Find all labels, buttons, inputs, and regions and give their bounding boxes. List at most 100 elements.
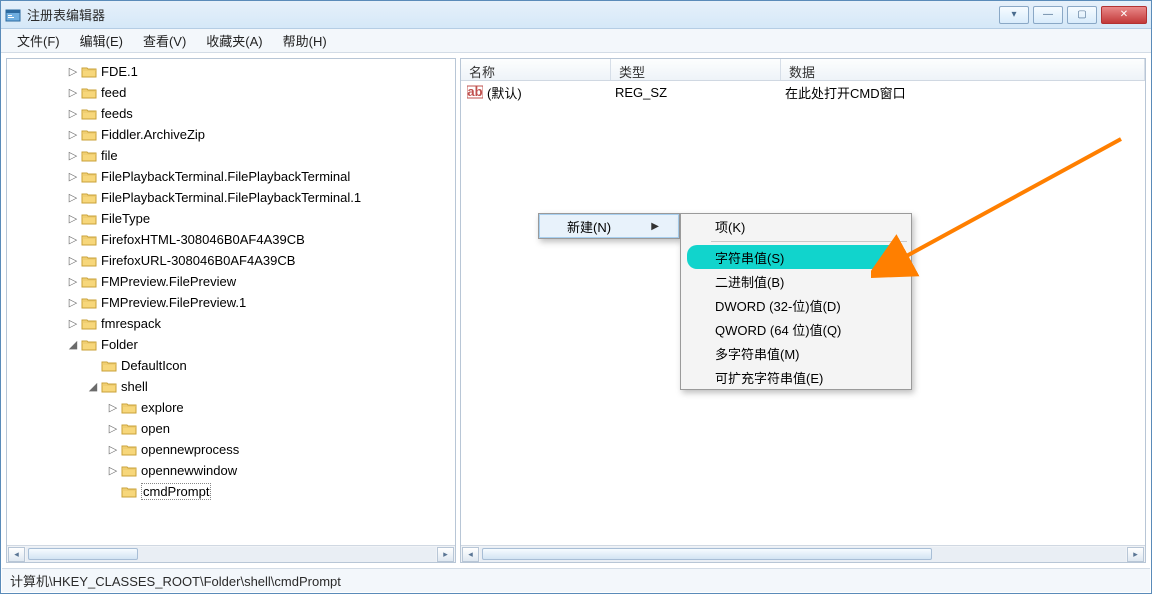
scroll-thumb[interactable]	[28, 548, 138, 560]
minimize-button[interactable]: —	[1033, 6, 1063, 24]
context-item-qword[interactable]: QWORD (64 位)值(Q)	[681, 317, 911, 341]
context-item-label: 二进制值(B)	[715, 272, 784, 291]
statusbar-path: 计算机\HKEY_CLASSES_ROOT\Folder\shell\cmdPr…	[10, 571, 341, 590]
tree-expander-icon[interactable]: ▷	[67, 65, 79, 78]
list-row[interactable]: ab (默认) REG_SZ 在此处打开CMD窗口	[461, 81, 1145, 103]
scroll-track[interactable]	[480, 547, 1126, 562]
tree-expander-icon[interactable]: ▷	[67, 212, 79, 225]
tree-expander-icon[interactable]: ▷	[67, 317, 79, 330]
scroll-track[interactable]	[26, 547, 436, 562]
folder-icon	[81, 107, 97, 121]
tree-item[interactable]: ▷fmrespack	[67, 313, 455, 334]
tree-expander-icon[interactable]: ▷	[107, 401, 119, 414]
maximize-button[interactable]: ▢	[1067, 6, 1097, 24]
tree-item[interactable]: ▷opennewprocess	[67, 439, 455, 460]
context-submenu-new: 项(K) 字符串值(S) 二进制值(B) DWORD (32-位)值(D) QW…	[680, 213, 912, 390]
col-header-type[interactable]: 类型	[611, 59, 781, 80]
tree-item-label: cmdPrompt	[141, 483, 211, 500]
context-item-label: 字符串值(S)	[715, 248, 784, 267]
tree-expander-icon[interactable]: ◢	[87, 380, 99, 393]
folder-icon	[121, 422, 137, 436]
menu-edit[interactable]: 编辑(E)	[70, 28, 133, 53]
col-header-data[interactable]: 数据	[781, 59, 1145, 80]
context-separator	[711, 241, 907, 242]
window-buttons: ▾ — ▢ ✕	[999, 6, 1147, 24]
tree-item[interactable]: ▷FirefoxHTML-308046B0AF4A39CB	[67, 229, 455, 250]
scroll-thumb[interactable]	[482, 548, 932, 560]
tree-expander-icon[interactable]: ▷	[67, 254, 79, 267]
tree-item[interactable]: ▷FileType	[67, 208, 455, 229]
menu-favorites[interactable]: 收藏夹(A)	[196, 28, 272, 53]
tree-expander-icon[interactable]: ◢	[67, 338, 79, 351]
tree-expander-icon[interactable]: ▷	[107, 464, 119, 477]
tree-item[interactable]: DefaultIcon	[67, 355, 455, 376]
tree-item[interactable]: ▷ opennewwindow	[67, 460, 455, 481]
context-item-binary[interactable]: 二进制值(B)	[681, 269, 911, 293]
scroll-left-button[interactable]: ◂	[8, 547, 25, 562]
tree-expander-icon[interactable]: ▷	[107, 422, 119, 435]
tree-expander-icon[interactable]: ▷	[67, 275, 79, 288]
context-menu: 新建(N) ▶	[538, 213, 680, 239]
tree-item-label: feed	[101, 85, 126, 100]
tree-scrollbar-horizontal[interactable]: ◂ ▸	[7, 545, 455, 562]
tree-item-label: shell	[121, 379, 148, 394]
tree-item-label: open	[141, 421, 170, 436]
tree-item[interactable]: ▷feeds	[67, 103, 455, 124]
tree-item[interactable]: ▷ FirefoxURL-308046B0AF4A39CB	[67, 250, 455, 271]
menu-help[interactable]: 帮助(H)	[273, 28, 337, 53]
tree-item[interactable]: ▷file	[67, 145, 455, 166]
tree-item[interactable]: cmdPrompt	[67, 481, 455, 502]
tree-expander-icon[interactable]: ▷	[67, 149, 79, 162]
menu-file[interactable]: 文件(F)	[7, 28, 70, 53]
context-item-new[interactable]: 新建(N) ▶	[539, 214, 679, 238]
context-item-string[interactable]: 字符串值(S)	[687, 245, 905, 269]
tree-item-label: FMPreview.FilePreview	[101, 274, 236, 289]
client-area: ▷ FDE.1 ▷ feed ▷feeds▷Fiddler.ArchiveZip▷fil…	[2, 54, 1150, 567]
tree-item-label: FDE.1	[101, 64, 138, 79]
tree-expander-icon[interactable]: ▷	[67, 170, 79, 183]
folder-icon	[121, 401, 137, 415]
tree-item[interactable]: ▷Fiddler.ArchiveZip	[67, 124, 455, 145]
tree-expander-icon[interactable]	[107, 486, 119, 498]
tree-expander-icon[interactable]: ▷	[67, 86, 79, 99]
tree-item[interactable]: ▷ feed	[67, 82, 455, 103]
tree-expander-icon[interactable]: ▷	[67, 296, 79, 309]
tree-item-label: opennewwindow	[141, 463, 237, 478]
tree-expander-icon[interactable]: ▷	[67, 107, 79, 120]
menu-view[interactable]: 查看(V)	[133, 28, 196, 53]
tree-item[interactable]: ◢ shell	[67, 376, 455, 397]
tree-expander-icon[interactable]: ▷	[107, 443, 119, 456]
col-header-name[interactable]: 名称	[461, 59, 611, 80]
tree-item[interactable]: ▷ FMPreview.FilePreview.1	[67, 292, 455, 313]
tree-item[interactable]: ▷FilePlaybackTerminal.FilePlaybackTermin…	[67, 166, 455, 187]
folder-icon	[81, 128, 97, 142]
window-frame: 注册表编辑器 ▾ — ▢ ✕ 文件(F) 编辑(E) 查看(V) 收藏夹(A) …	[0, 0, 1152, 594]
scroll-left-button[interactable]: ◂	[462, 547, 479, 562]
folder-icon	[101, 380, 117, 394]
scroll-right-button[interactable]: ▸	[437, 547, 454, 562]
tree-expander-icon[interactable]: ▷	[67, 128, 79, 141]
tree-item[interactable]: ▷explore	[67, 397, 455, 418]
window-dropdown-button[interactable]: ▾	[999, 6, 1029, 24]
folder-icon	[81, 86, 97, 100]
context-item-expand[interactable]: 可扩充字符串值(E)	[681, 365, 911, 389]
tree-item[interactable]: ▷FilePlaybackTerminal.FilePlaybackTermin…	[67, 187, 455, 208]
tree-item[interactable]: ▷ FDE.1	[67, 61, 455, 82]
tree-item[interactable]: ▷ open	[67, 418, 455, 439]
context-item-dword[interactable]: DWORD (32-位)值(D)	[681, 293, 911, 317]
context-item-key[interactable]: 项(K)	[681, 214, 911, 238]
context-item-multi[interactable]: 多字符串值(M)	[681, 341, 911, 365]
values-scrollbar-horizontal[interactable]: ◂ ▸	[461, 545, 1145, 562]
tree-item-label: FirefoxURL-308046B0AF4A39CB	[101, 253, 295, 268]
tree-view[interactable]: ▷ FDE.1 ▷ feed ▷feeds▷Fiddler.ArchiveZip▷fil…	[7, 59, 455, 545]
scroll-right-button[interactable]: ▸	[1127, 547, 1144, 562]
value-name: (默认)	[487, 83, 615, 102]
tree-expander-icon[interactable]	[87, 360, 99, 372]
tree-item[interactable]: ◢Folder	[67, 334, 455, 355]
titlebar[interactable]: 注册表编辑器 ▾ — ▢ ✕	[1, 1, 1151, 29]
close-button[interactable]: ✕	[1101, 6, 1147, 24]
tree-expander-icon[interactable]: ▷	[67, 191, 79, 204]
tree-item[interactable]: ▷ FMPreview.FilePreview	[67, 271, 455, 292]
tree-item-label: FMPreview.FilePreview.1	[101, 295, 246, 310]
tree-expander-icon[interactable]: ▷	[67, 233, 79, 246]
